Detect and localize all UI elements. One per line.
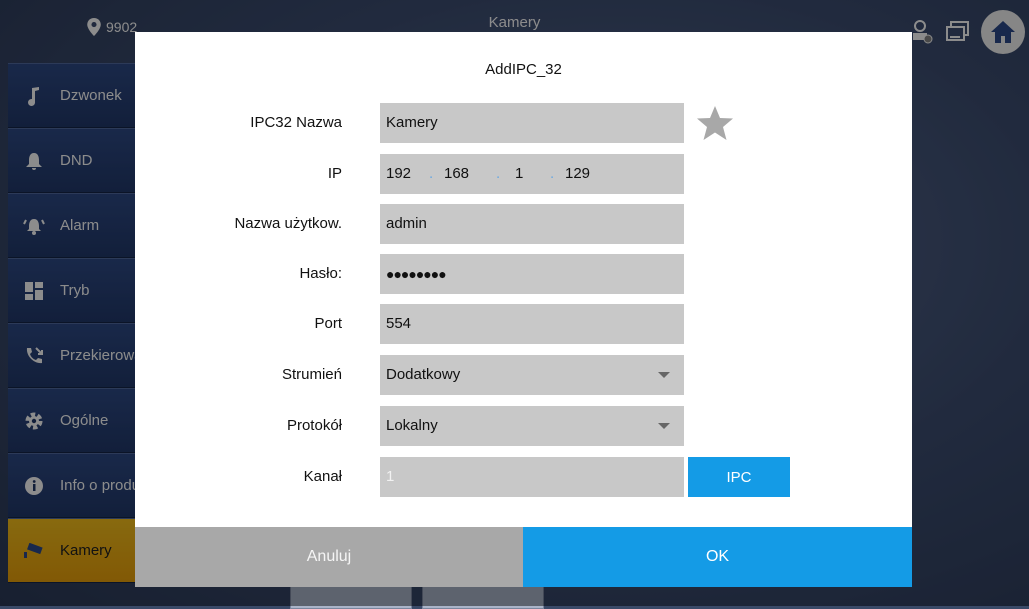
chevron-down-icon[interactable] <box>644 355 684 395</box>
ip-separator: . <box>550 165 555 182</box>
ip-separator: . <box>496 165 501 182</box>
ip-octet-2[interactable]: 168 <box>444 154 469 194</box>
chevron-down-icon[interactable] <box>644 406 684 446</box>
ip-label: IP <box>327 165 342 182</box>
stream-row: Strumień Dodatkowy <box>135 355 912 395</box>
channel-row: Kanał 1 IPC <box>135 457 912 497</box>
cancel-button[interactable]: Anuluj <box>135 527 523 587</box>
name-input[interactable]: Kamery <box>380 103 684 143</box>
channel-input: 1 <box>380 457 684 497</box>
stream-label: Strumień <box>281 366 342 383</box>
protocol-row: Protokół Lokalny <box>135 406 912 446</box>
username-input[interactable]: admin <box>380 204 684 244</box>
password-row: Hasło: ●●●●●●●● <box>135 254 912 294</box>
port-label: Port <box>314 315 342 332</box>
ip-row: IP 192 . 168 . 1 . 129 <box>135 154 912 194</box>
dialog-title: AddIPC_32 <box>485 61 562 78</box>
stream-value: Dodatkowy <box>386 366 461 383</box>
name-label: IPC32 Nazwa <box>250 114 342 131</box>
protocol-select[interactable]: Lokalny <box>380 406 684 446</box>
stream-select[interactable]: Dodatkowy <box>380 355 684 395</box>
ip-octet-3[interactable]: 1 <box>515 154 523 194</box>
ip-octet-4[interactable]: 129 <box>565 154 590 194</box>
username-row: Nazwa użytkow. admin <box>135 204 912 244</box>
ip-separator: . <box>429 165 434 182</box>
ok-button[interactable]: OK <box>523 527 912 587</box>
add-ipc-dialog: AddIPC_32 IPC32 Nazwa Kamery IP 192 . 16… <box>135 32 912 587</box>
username-label: Nazwa użytkow. <box>234 215 342 232</box>
ip-octet-1[interactable]: 192 <box>386 154 411 194</box>
protocol-value: Lokalny <box>386 417 438 434</box>
protocol-label: Protokół <box>286 417 342 434</box>
password-label: Hasło: <box>299 265 342 282</box>
dialog-footer: Anuluj OK <box>135 527 912 587</box>
name-row: IPC32 Nazwa Kamery <box>135 103 912 143</box>
port-row: Port 554 <box>135 304 912 344</box>
channel-label: Kanał <box>303 468 342 485</box>
port-input[interactable]: 554 <box>380 304 684 344</box>
ip-input[interactable]: 192 . 168 . 1 . 129 <box>380 154 684 194</box>
password-input[interactable]: ●●●●●●●● <box>380 254 684 294</box>
ipc-button[interactable]: IPC <box>688 457 790 497</box>
star-icon[interactable] <box>695 105 735 141</box>
